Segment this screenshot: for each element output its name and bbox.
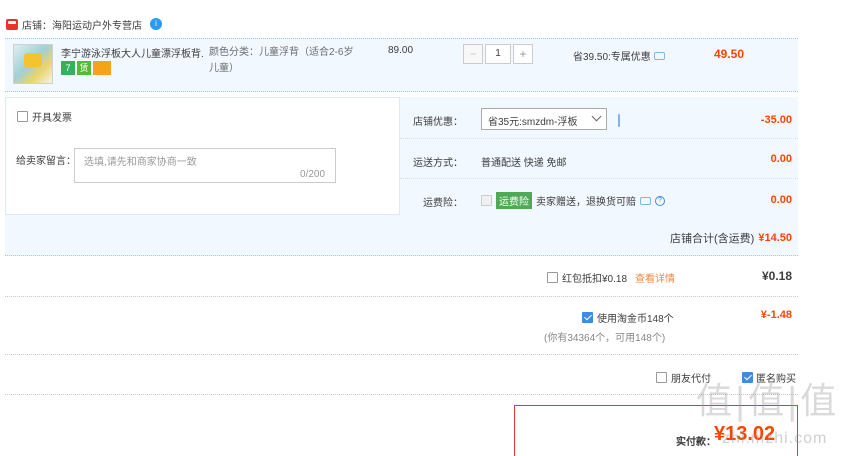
shop-total-label: 店铺合计(含运费) (670, 233, 755, 245)
shipping-amount: 0.00 (770, 153, 792, 165)
redpacket-option[interactable]: 红包抵扣¥0.18 查看详情 (547, 270, 675, 285)
insurance-label: 运费险： (423, 198, 463, 209)
message-label: 给卖家留言： (16, 156, 76, 167)
chevron-down-icon (591, 111, 602, 122)
shop-header: 店铺： 海阳运动户外专营店 i (6, 14, 162, 34)
unit-price: 89.00 (388, 45, 414, 56)
coins-amount: ¥-1.48 (760, 309, 792, 321)
shop-total: 店铺合计(含运费) ¥14.50 (670, 230, 792, 246)
spec-line: 颜色分类：儿童浮背（适合2-6岁 (209, 47, 354, 58)
order-item-row: 李宁游泳浮板大人儿童漂浮板背... 7 赁 颜色分类：儿童浮背（适合2-6岁 儿… (5, 38, 798, 92)
insurance-info: 运费险 卖家赠送，退换货可赔 ? (481, 192, 665, 209)
divider (5, 296, 798, 297)
redpacket-detail-link[interactable]: 查看详情 (635, 270, 675, 285)
redpacket-label: 红包抵扣¥0.18 (562, 274, 628, 285)
coins-note: (你有34364个，可用148个) (544, 333, 666, 344)
increase-button[interactable]: + (513, 44, 533, 64)
credit-card-icon[interactable] (93, 61, 111, 75)
shop-info-icon[interactable]: i (150, 18, 162, 30)
quantity-input[interactable]: 1 (485, 44, 511, 64)
coins-label: 使用淘金币148个 (597, 314, 674, 325)
discount-comment-icon[interactable] (618, 114, 620, 127)
message-char-count: 0/200 (300, 169, 326, 180)
coins-option[interactable]: 使用淘金币148个 (582, 310, 674, 325)
service-tags: 7 赁 (61, 61, 111, 75)
message-placeholder: 选填,请先和商家协商一致 (84, 157, 197, 168)
discount-select[interactable]: 省35元:smzdm-浮板 (481, 108, 607, 130)
divider (5, 394, 798, 395)
shipping-label: 运送方式： (413, 158, 463, 169)
divider (400, 138, 798, 139)
invoice-option[interactable]: 开具发票 (17, 109, 72, 124)
divider (400, 178, 798, 179)
spec-line: 儿童） (209, 63, 239, 74)
promo-info: 省39.50:专属优惠 (573, 48, 665, 63)
seven-day-return-icon[interactable]: 7 (61, 61, 75, 75)
product-title[interactable]: 李宁游泳浮板大人儿童漂浮板背... (61, 45, 203, 60)
shop-name[interactable]: 海阳运动户外专营店 (52, 17, 142, 32)
watermark-logo: 值|值|值 (696, 381, 839, 422)
redpacket-checkbox[interactable] (547, 272, 558, 283)
coins-checkbox[interactable] (582, 312, 593, 323)
help-icon[interactable]: ? (655, 195, 665, 206)
insurance-amount: 0.00 (770, 194, 792, 206)
promo-text: 省39.50:专属优惠 (573, 52, 651, 63)
payment-label: 实付款： (676, 437, 716, 448)
friend-pay-checkbox[interactable] (656, 372, 667, 383)
discount-label: 店铺优惠： (413, 117, 463, 128)
insurance-comment-icon[interactable] (640, 196, 651, 205)
divider (5, 354, 798, 355)
product-spec: 颜色分类：儿童浮背（适合2-6岁 儿童） (209, 45, 359, 77)
comment-icon[interactable] (653, 51, 665, 60)
shipping-method: 普通配送 快递 免邮 (481, 158, 567, 169)
discount-selected-value: 省35元:smzdm-浮板 (488, 117, 578, 128)
decrease-button[interactable]: − (463, 44, 483, 64)
insurance-tag: 运费险 (496, 192, 532, 209)
quantity-stepper: − 1 + (463, 44, 533, 64)
insurance-text: 卖家赠送，退换货可赔 (536, 197, 636, 208)
item-subtotal: 49.50 (713, 47, 744, 61)
watermark-site: zhi.mzhi.com (722, 430, 828, 447)
invoice-checkbox[interactable] (17, 111, 28, 122)
compensation-icon[interactable]: 赁 (77, 61, 91, 75)
product-thumbnail[interactable] (13, 44, 53, 84)
shop-label: 店铺： (22, 20, 52, 32)
insurance-checkbox (481, 195, 492, 206)
shop-icon (6, 18, 18, 30)
redpacket-amount: ¥0.18 (761, 269, 792, 283)
shop-total-amount: ¥14.50 (758, 232, 792, 244)
discount-amount: -35.00 (760, 114, 792, 126)
invoice-label: 开具发票 (32, 113, 72, 124)
